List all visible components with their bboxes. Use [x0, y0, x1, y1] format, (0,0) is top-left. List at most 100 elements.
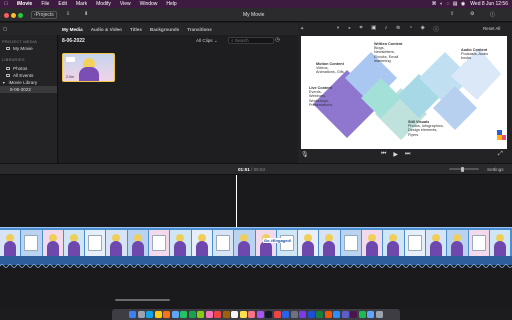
launchpad-icon[interactable]	[137, 311, 145, 318]
menu-file[interactable]: File	[41, 1, 49, 7]
facetime-icon[interactable]	[188, 311, 196, 318]
fullscreen-icon[interactable]: ⤢	[498, 151, 503, 158]
info-icon[interactable]: ⓘ	[433, 25, 438, 33]
clip-frame	[170, 230, 191, 256]
color-correction-icon[interactable]: ◒	[348, 25, 351, 33]
timecode: 01:51 / 06:53	[238, 167, 265, 172]
slack-icon[interactable]	[350, 311, 358, 318]
volume-icon[interactable]: ♪	[385, 25, 388, 33]
calendar-icon[interactable]	[214, 311, 222, 318]
minimize-window-button[interactable]	[11, 12, 16, 18]
gear-icon[interactable]: ⚙	[470, 11, 474, 17]
menu-window[interactable]: Window	[140, 1, 158, 7]
apple-menu-icon[interactable]: 	[4, 1, 8, 7]
spotify-icon[interactable]	[358, 311, 366, 318]
chrome-icon[interactable]	[154, 311, 162, 318]
crop-icon[interactable]: ⌗	[360, 25, 363, 33]
sidebar-item-imovie-library[interactable]: ▼ iMovie Library	[0, 79, 57, 86]
news-icon[interactable]	[273, 311, 281, 318]
voiceover-mic-icon[interactable]: 🎙	[301, 151, 309, 158]
podcasts-icon[interactable]	[256, 311, 264, 318]
tab-transitions[interactable]: Transitions	[183, 27, 216, 32]
video-preview[interactable]: Motion Content Videos, Animations, Gifs …	[301, 36, 507, 149]
zoom-slider-knob[interactable]	[461, 166, 464, 172]
maps-icon[interactable]	[197, 311, 205, 318]
sidebar-item-all-events[interactable]: All Events	[0, 72, 57, 79]
photos-icon[interactable]	[205, 311, 213, 318]
finder-icon[interactable]	[129, 311, 137, 318]
powerpoint-icon[interactable]	[324, 311, 332, 318]
inspector-icon[interactable]: ⓘ	[490, 11, 495, 18]
word-icon[interactable]	[307, 311, 315, 318]
clip-frame	[468, 230, 489, 256]
sidebar-item-photos[interactable]: Photos	[0, 65, 57, 72]
presenter-body	[429, 241, 442, 256]
messages-icon[interactable]	[180, 311, 188, 318]
notes-icon[interactable]	[239, 311, 247, 318]
reminders-icon[interactable]	[231, 311, 239, 318]
firefox-icon[interactable]	[163, 311, 171, 318]
audio-waveform-strip[interactable]	[0, 257, 512, 268]
appstore-icon[interactable]	[282, 311, 290, 318]
card-written: Written Content Blogs, Newsletters, Eboo…	[374, 42, 403, 63]
skip-forward-icon[interactable]: ⏭	[405, 151, 410, 158]
clip-frame	[42, 230, 63, 256]
noise-reduction-icon[interactable]: ≋	[396, 25, 401, 33]
clock-icon[interactable]: ◷	[275, 37, 280, 43]
share-icon[interactable]: ⇪	[450, 11, 454, 17]
menu-modify[interactable]: Modify	[96, 1, 111, 7]
menu-mark[interactable]: Mark	[76, 1, 87, 7]
tv-icon[interactable]	[265, 311, 273, 318]
import-media-icon[interactable]: ⬇	[84, 11, 88, 17]
skip-back-icon[interactable]: ⏮	[381, 151, 386, 158]
color-balance-icon[interactable]: ◑	[336, 25, 339, 33]
menu-help[interactable]: Help	[166, 1, 176, 7]
safari-icon[interactable]	[146, 311, 154, 318]
video-clip-strip[interactable]: Go #Engaged!	[0, 227, 512, 257]
play-icon[interactable]: ▶	[393, 151, 398, 158]
contacts-icon[interactable]	[222, 311, 230, 318]
menu-view[interactable]: View	[120, 1, 131, 7]
presenter-body	[366, 241, 379, 256]
settings-icon[interactable]	[290, 311, 298, 318]
magic-wand-icon[interactable]: ✦	[300, 26, 304, 32]
clip-frame	[447, 230, 468, 256]
clip-filter-select[interactable]: All Clips ⌄	[196, 38, 218, 44]
menubar-datetime[interactable]: Wed 8 Jun 12:56	[470, 1, 508, 7]
excel-icon[interactable]	[316, 311, 324, 318]
teams-icon[interactable]	[341, 311, 349, 318]
mail-icon[interactable]	[171, 311, 179, 318]
clip-frame	[255, 230, 276, 256]
projects-back-button[interactable]: ‹Projects	[31, 11, 57, 19]
downloads-icon[interactable]	[367, 311, 375, 318]
reset-all-button[interactable]: Reset All	[483, 26, 500, 31]
timeline-settings-button[interactable]: Settings	[487, 167, 504, 172]
filter-icon[interactable]: ◈	[421, 25, 425, 33]
clip-frame	[234, 230, 255, 256]
clip-overlay-card	[66, 57, 75, 62]
menu-imovie[interactable]: iMovie	[17, 1, 33, 7]
stabilization-icon[interactable]: ▣	[371, 25, 376, 33]
sidebar-item-event[interactable]: 8-06-2022	[0, 86, 57, 93]
search-input[interactable]: ⌕ Search	[228, 37, 274, 44]
zoom-slider[interactable]	[449, 166, 479, 172]
zoom-icon[interactable]	[333, 311, 341, 318]
zoom-window-button[interactable]	[18, 12, 23, 18]
clip-frame	[276, 230, 298, 256]
import-icon[interactable]: ⇩	[66, 11, 70, 17]
close-window-button[interactable]	[4, 12, 9, 18]
music-icon[interactable]	[248, 311, 256, 318]
menu-edit[interactable]: Edit	[58, 1, 67, 7]
tab-my-media[interactable]: My Media	[58, 27, 87, 32]
tab-titles[interactable]: Titles	[126, 27, 146, 32]
timeline-scrollbar[interactable]	[115, 299, 170, 301]
tab-audio-video[interactable]: Audio & Video	[87, 27, 126, 32]
sidebar-item-my-movie[interactable]: My Movie	[0, 45, 57, 52]
sidebar-toggle-icon[interactable]: ▢	[0, 26, 58, 32]
speed-icon[interactable]: ◔	[409, 25, 412, 33]
imovie-icon[interactable]	[299, 311, 307, 318]
tab-backgrounds[interactable]: Backgrounds	[146, 27, 183, 32]
trash-icon[interactable]	[375, 311, 383, 318]
media-clip-thumbnail[interactable]: 2.0m	[62, 53, 115, 82]
status-icons[interactable]: ⌘ ◐ ◌ ▤ ◉	[432, 1, 467, 7]
